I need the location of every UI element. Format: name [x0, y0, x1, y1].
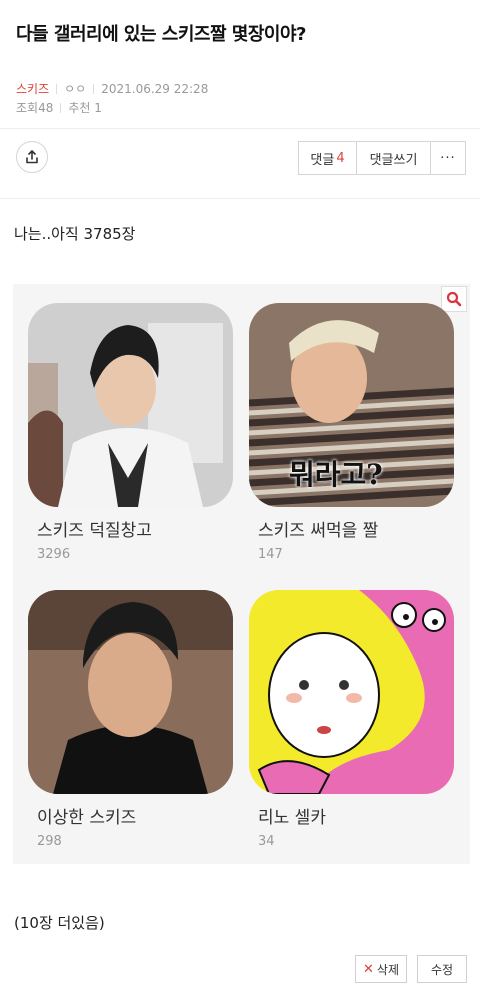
meta-divider — [60, 102, 62, 113]
comments-button[interactable]: 댓글 4 — [299, 142, 357, 174]
gallery-card[interactable]: 이상한 스키즈 298 — [28, 590, 233, 849]
views-label: 조회 — [16, 101, 39, 115]
card-thumbnail — [28, 590, 233, 794]
card-thumbnail — [28, 303, 233, 507]
post-body-text: 나는..아직 3785장 — [14, 225, 136, 243]
delete-button[interactable]: ✕ 삭제 — [355, 955, 407, 983]
card-thumbnail — [249, 590, 454, 794]
post-meta: 스키즈 ㅇㅇ 2021.06.29 22:28 — [16, 80, 208, 97]
gallery-card[interactable]: 뭐라고? 스키즈 써먹을 짤 147 — [249, 303, 454, 562]
author-badge: ㅇㅇ — [64, 82, 87, 96]
card-name: 리노 셀카 — [258, 808, 326, 828]
card-count: 34 — [258, 834, 275, 849]
share-icon — [26, 150, 38, 164]
header-divider — [0, 128, 480, 129]
card-count: 147 — [258, 547, 283, 562]
author-name[interactable]: 스키즈 — [16, 80, 49, 97]
meta-divider — [56, 83, 58, 94]
image-overlay-text: 뭐라고? — [289, 458, 383, 491]
share-button[interactable] — [16, 141, 48, 173]
x-icon: ✕ — [363, 961, 374, 977]
card-count: 3296 — [37, 547, 71, 562]
delete-label: 삭제 — [376, 962, 399, 977]
card-name: 스키즈 써먹을 짤 — [258, 521, 379, 541]
post-title: 다들 갤러리에 있는 스키즈짤 몇장이야? — [16, 24, 306, 45]
card-name: 스키즈 덕질창고 — [37, 521, 152, 541]
recommend-count: 1 — [94, 100, 102, 115]
views-count: 48 — [38, 100, 54, 115]
comment-actions: 댓글 4 댓글쓰기 ··· — [298, 141, 466, 175]
gallery-card[interactable]: 리노 셀카 34 — [249, 590, 454, 849]
gallery-card[interactable]: 스키즈 덕질창고 3296 — [28, 303, 233, 562]
content-divider — [0, 198, 480, 199]
write-comment-button[interactable]: 댓글쓰기 — [357, 142, 431, 174]
card-count: 298 — [37, 834, 62, 849]
card-thumbnail: 뭐라고? — [249, 303, 454, 507]
card-name: 이상한 스키즈 — [37, 808, 137, 828]
meta-divider — [93, 83, 95, 94]
post-footer-text: (10장 더있음) — [14, 914, 105, 932]
edit-button[interactable]: 수정 — [417, 955, 467, 983]
more-button[interactable]: ··· — [431, 142, 465, 174]
post-date: 2021.06.29 22:28 — [101, 81, 209, 96]
recommend-label: 추천 — [68, 101, 91, 115]
post-stats: 조회 48 추천 1 — [16, 99, 102, 116]
comments-count: 4 — [336, 150, 345, 166]
comments-label: 댓글 — [310, 152, 335, 168]
